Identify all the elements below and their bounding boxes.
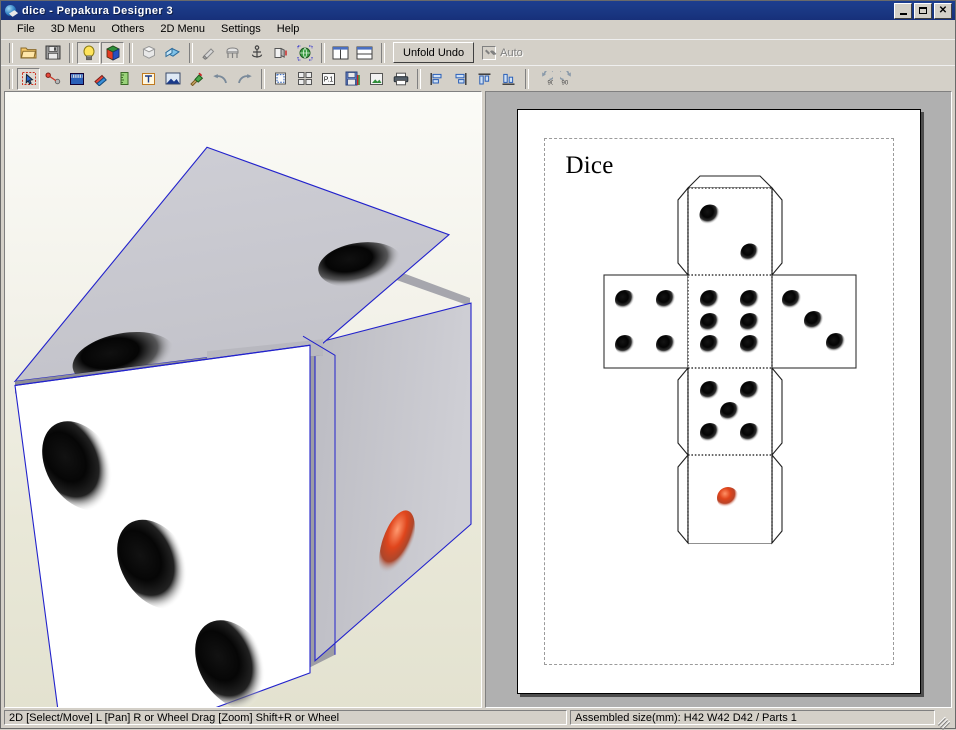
toolbar-separator [261, 68, 265, 89]
unfold-cube-icon[interactable] [161, 42, 184, 64]
toolbar-separator [9, 68, 13, 89]
undo-icon[interactable] [209, 68, 232, 90]
status-bar: 2D [Select/Move] L [Pan] R or Wheel Drag… [1, 708, 955, 728]
menu-bar: File 3D Menu Others 2D Menu Settings Hel… [1, 20, 955, 39]
print-icon[interactable] [389, 68, 412, 90]
toolbar-separator [381, 42, 385, 63]
eraser-icon[interactable] [197, 42, 220, 64]
join-disjoin-face-icon[interactable] [41, 68, 64, 90]
add-image-icon[interactable] [161, 68, 184, 90]
unfold-undo-button[interactable]: Unfold Undo [393, 42, 475, 63]
toolbar-separator [525, 68, 529, 89]
title-bar: dice - Pepakura Designer 3 ✕ [1, 1, 955, 20]
svg-text:90: 90 [562, 81, 569, 86]
menu-2d-menu[interactable]: 2D Menu [152, 21, 213, 37]
status-assembled-size: Assembled size(mm): H42 W42 D42 / Parts … [570, 710, 935, 725]
unfold-pattern [602, 175, 857, 545]
maximize-button[interactable] [914, 2, 932, 19]
align-top-icon[interactable] [473, 68, 496, 90]
align-right-icon[interactable] [449, 68, 472, 90]
minimize-button[interactable] [894, 2, 912, 19]
paint-icon[interactable] [185, 68, 208, 90]
window-split-horizontal-icon[interactable] [353, 42, 376, 64]
menu-help[interactable]: Help [269, 21, 308, 37]
toolbar-separator [9, 42, 13, 63]
flat-shading-icon[interactable] [137, 42, 160, 64]
toolbar-separator [189, 42, 193, 63]
save-file-icon[interactable] [41, 42, 64, 64]
rotate-cw-90-icon[interactable]: 90 [557, 68, 580, 90]
light-bulb-icon[interactable] [77, 41, 100, 64]
resize-grip[interactable] [938, 710, 952, 725]
secondary-toolbar: P.1 90 90 [1, 65, 955, 91]
table-icon[interactable] [221, 42, 244, 64]
rotate-ccw-90-icon[interactable]: 90 [533, 68, 556, 90]
export-image-icon[interactable] [365, 68, 388, 90]
page-number-icon[interactable]: P.1 [317, 68, 340, 90]
select-move-tool-icon[interactable] [17, 67, 40, 90]
close-button[interactable]: ✕ [934, 2, 952, 19]
status-hint: 2D [Select/Move] L [Pan] R or Wheel Drag… [4, 710, 567, 725]
toolbar-separator [321, 42, 325, 63]
align-bottom-icon[interactable] [497, 68, 520, 90]
auto-checkbox-group[interactable]: Auto [482, 45, 523, 60]
3d-model-view[interactable] [4, 91, 482, 708]
workspace: Dice [1, 91, 955, 708]
add-text-icon[interactable] [137, 68, 160, 90]
pepakura-app-icon [4, 4, 18, 18]
window-title: dice - Pepakura Designer 3 [22, 4, 174, 17]
page-layout-icon[interactable] [269, 68, 292, 90]
toolbar-separator [129, 42, 133, 63]
menu-3d-menu[interactable]: 3D Menu [43, 21, 104, 37]
parts-arrange-icon[interactable] [293, 68, 316, 90]
auto-checkbox-label: Auto [500, 46, 523, 59]
texture-cube-icon[interactable] [101, 41, 124, 64]
scale-icon[interactable] [113, 68, 136, 90]
anchor-icon[interactable] [245, 42, 268, 64]
save-2d-icon[interactable] [341, 68, 364, 90]
toolbar-separator [417, 68, 421, 89]
split-face-icon[interactable] [269, 42, 292, 64]
window-split-vertical-icon[interactable] [329, 42, 352, 64]
menu-file[interactable]: File [9, 21, 43, 37]
dice-cube-3d [13, 146, 472, 707]
window-controls: ✕ [894, 2, 952, 19]
menu-settings[interactable]: Settings [213, 21, 269, 37]
main-toolbar: Unfold Undo Auto [1, 39, 955, 65]
toolbar-separator [69, 42, 73, 63]
open-file-icon[interactable] [17, 42, 40, 64]
menu-others[interactable]: Others [103, 21, 152, 37]
globe-select-icon[interactable] [293, 42, 316, 64]
line-style-icon[interactable] [89, 68, 112, 90]
2d-unfold-view[interactable]: Dice [485, 91, 952, 708]
page-sheet[interactable]: Dice [516, 109, 921, 694]
svg-text:P.1: P.1 [324, 76, 334, 83]
auto-checkbox[interactable] [482, 45, 497, 60]
svg-text:90: 90 [548, 81, 554, 86]
flap-edit-icon[interactable] [65, 68, 88, 90]
align-left-icon[interactable] [425, 68, 448, 90]
application-window: dice - Pepakura Designer 3 ✕ File 3D Men… [0, 0, 956, 729]
redo-icon[interactable] [233, 68, 256, 90]
